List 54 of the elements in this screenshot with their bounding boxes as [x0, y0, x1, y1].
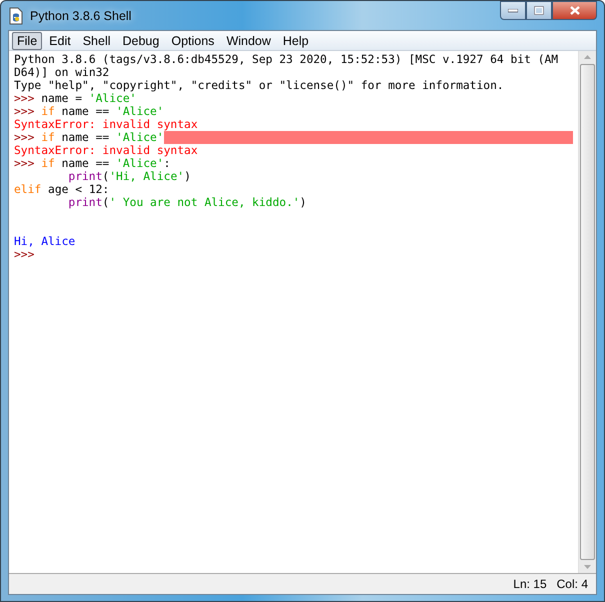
column-status: Col: 4 [556, 577, 588, 591]
scroll-thumb[interactable] [580, 64, 595, 560]
maximize-button[interactable] [526, 1, 552, 20]
string-text: 'Alice' [88, 92, 136, 105]
code-text: Type "help", "copyright", "credits" or "license()" for more information. [14, 79, 504, 92]
menu-item[interactable]: File [12, 32, 42, 50]
string-text: 'Alice' [116, 131, 164, 144]
error-message: SyntaxError: invalid syntax [14, 144, 198, 157]
close-icon [570, 6, 580, 15]
code-text: name == [60, 157, 110, 170]
close-button[interactable] [552, 1, 597, 20]
string-text: 'Hi, Alice' [109, 170, 184, 183]
menu-item[interactable]: Options [166, 32, 220, 50]
string-text: ' You are not Alice, kiddo.' [109, 196, 300, 209]
output-text: Hi, Alice [14, 235, 76, 248]
string-text: 'Alice' [116, 157, 164, 170]
keyword-text: if [41, 105, 55, 118]
scroll-down-icon [584, 565, 591, 569]
window-title: Python 3.8.6 Shell [30, 8, 132, 22]
minimize-button[interactable] [500, 1, 526, 20]
menu-item[interactable]: Help [278, 32, 314, 50]
code-text: D64)] on win32 [14, 66, 110, 79]
scroll-up-icon [584, 55, 591, 59]
code-text: name == [60, 105, 110, 118]
minimize-icon [508, 8, 518, 12]
code-text: age < 12: [47, 183, 110, 196]
code-text: ) [184, 170, 191, 183]
prompt-text: >>> [14, 157, 36, 170]
menu-item[interactable]: Edit [44, 32, 76, 50]
code-text: name == [60, 131, 110, 144]
prompt-text: >>> [14, 105, 36, 118]
code-text: ( [102, 196, 110, 209]
builtin-text: print [68, 196, 102, 209]
error-message: SyntaxError: invalid syntax [14, 118, 198, 131]
code-text: name = [41, 92, 84, 105]
prompt-text: >>> [14, 131, 36, 144]
string-text: 'Alice' [116, 105, 164, 118]
keyword-text: elif [14, 183, 42, 196]
builtin-text: print [68, 170, 102, 183]
menu-item[interactable]: Debug [118, 32, 164, 50]
code-text: Python 3.8.6 (tags/v3.8.6:db45529, Sep 23 2020, 15:52:53) [MSC v.1927 64 bit (AM [14, 53, 558, 66]
menu-item[interactable]: Shell [78, 32, 116, 50]
keyword-text: if [41, 157, 55, 170]
code-text: : [164, 157, 170, 170]
vertical-scrollbar[interactable] [578, 51, 596, 573]
code-text: ( [102, 170, 110, 183]
prompt-text: >>> [14, 92, 36, 105]
python-file-icon [8, 6, 24, 24]
prompt-text: >>> [14, 248, 34, 261]
menu-item[interactable]: Window [221, 32, 276, 50]
line-number-status: Ln: 15 [513, 577, 547, 591]
code-text: ) [300, 196, 306, 209]
maximize-icon [534, 6, 544, 15]
keyword-text: if [41, 131, 55, 144]
